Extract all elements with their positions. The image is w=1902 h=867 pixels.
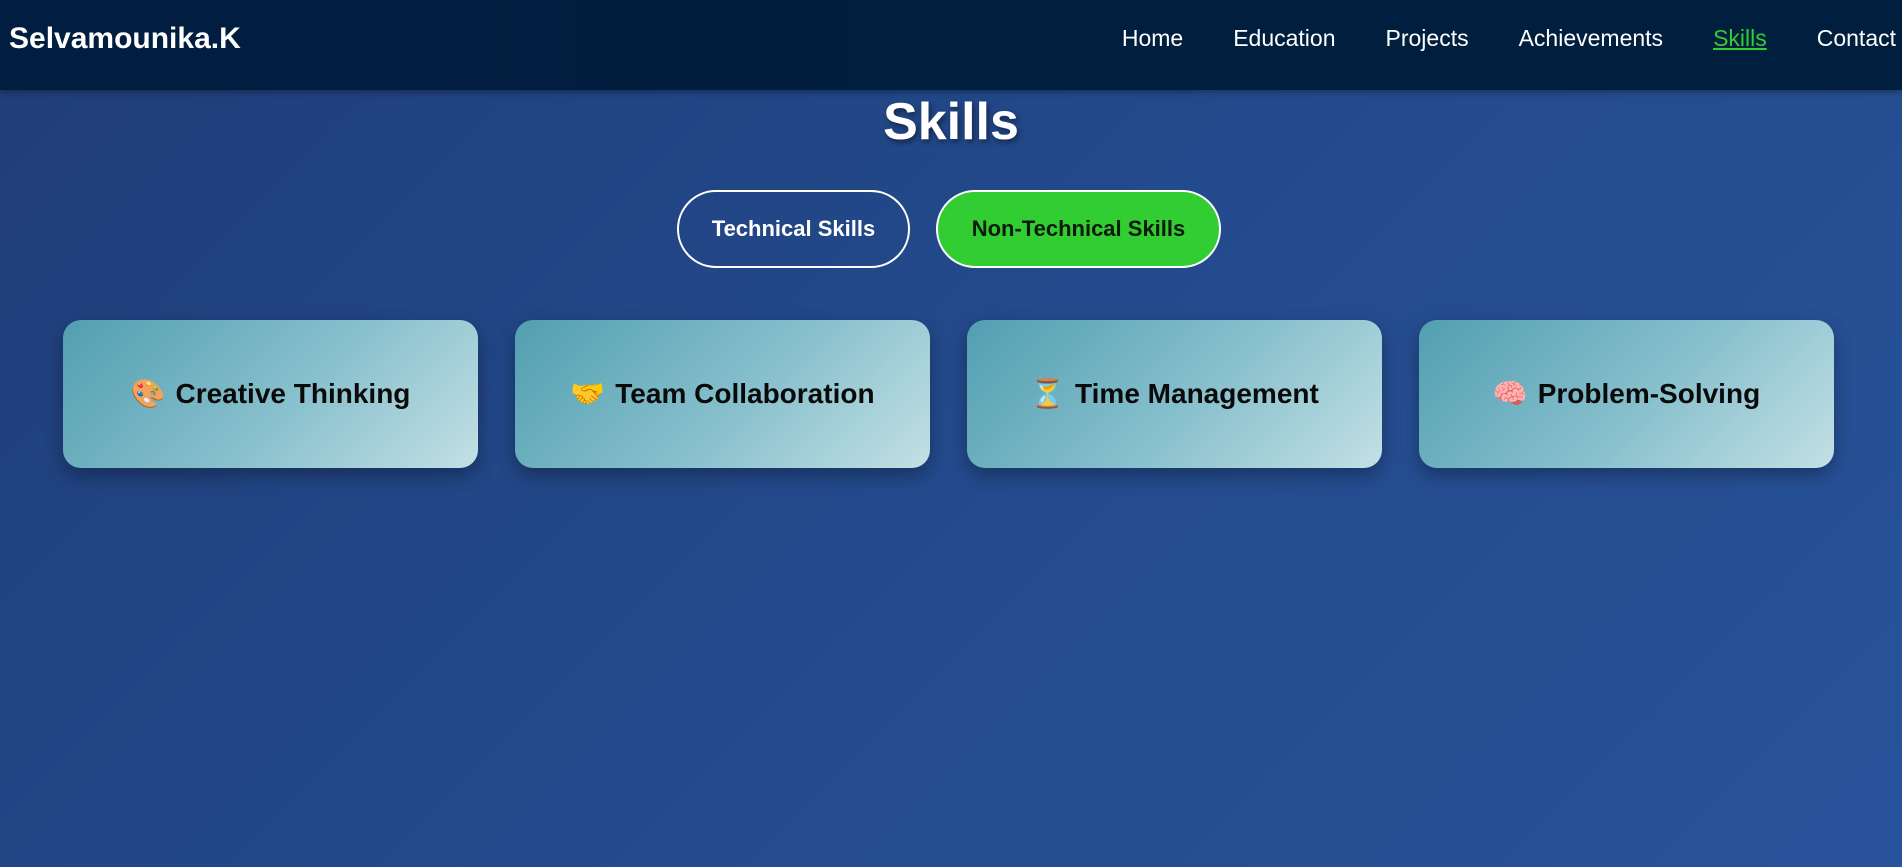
nav-links: Home Education Projects Achievements Ski… <box>1072 25 1896 52</box>
nav-link-home[interactable]: Home <box>1122 25 1183 52</box>
nav-link-contact[interactable]: Contact <box>1817 25 1896 52</box>
navbar: Selvamounika.K Home Education Projects A… <box>0 0 1902 90</box>
skills-tabs: Technical Skills Non-Technical Skills <box>677 190 1221 268</box>
skill-card-label: Problem-Solving <box>1537 378 1761 409</box>
nav-link-achievements[interactable]: Achievements <box>1519 25 1663 52</box>
section-title: Skills <box>883 93 1019 151</box>
palette-icon: 🎨 <box>130 378 166 409</box>
skill-card-time-management[interactable]: ⏳ Time Management <box>967 320 1382 468</box>
nav-link-skills[interactable]: Skills <box>1713 25 1767 52</box>
skill-card-creative-thinking[interactable]: 🎨 Creative Thinking <box>63 320 478 468</box>
brain-icon: 🧠 <box>1492 378 1528 409</box>
brand-logo[interactable]: Selvamounika.K <box>9 22 241 56</box>
hourglass-icon: ⏳ <box>1030 378 1066 409</box>
nav-link-projects[interactable]: Projects <box>1386 25 1469 52</box>
skill-card-problem-solving[interactable]: 🧠 Problem-Solving <box>1419 320 1834 468</box>
skill-card-label: Team Collaboration <box>615 378 875 409</box>
skill-cards: 🎨 Creative Thinking 🤝 Team Collaboration… <box>63 320 1834 468</box>
handshake-icon: 🤝 <box>570 378 606 409</box>
skill-card-label: Time Management <box>1075 378 1319 409</box>
non-technical-skills-tab[interactable]: Non-Technical Skills <box>936 190 1221 268</box>
nav-link-education[interactable]: Education <box>1233 25 1335 52</box>
skill-card-label: Creative Thinking <box>175 378 411 409</box>
skill-card-team-collaboration[interactable]: 🤝 Team Collaboration <box>515 320 930 468</box>
technical-skills-tab[interactable]: Technical Skills <box>677 190 910 268</box>
